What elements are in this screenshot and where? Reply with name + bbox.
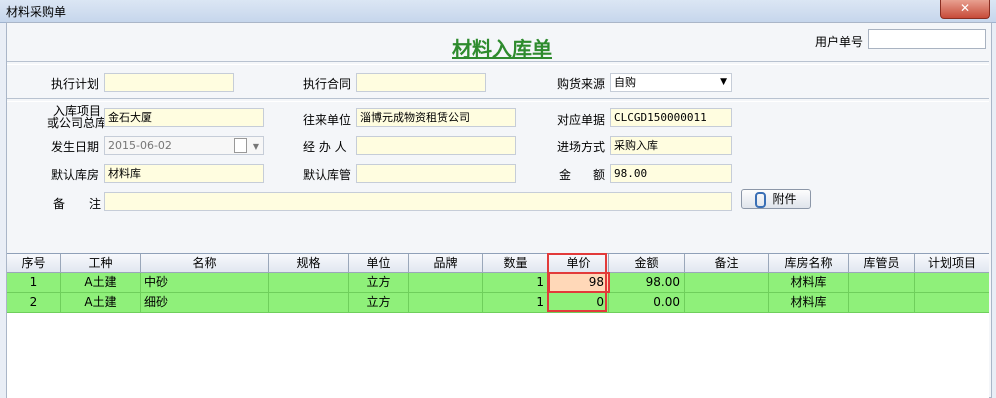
date-label: 发生日期 [51, 140, 100, 154]
col-header-remark[interactable]: 备注 [685, 254, 769, 272]
chevron-down-icon[interactable]: ▼ [253, 138, 259, 154]
cell-unit[interactable]: 立方 [349, 273, 409, 292]
date-value: 2015-06-02 [108, 139, 172, 152]
handler-input[interactable] [356, 136, 516, 155]
purchase-source-select[interactable]: 自购 ▼ [610, 73, 732, 92]
cell-plan[interactable] [915, 293, 989, 312]
cell-keeper[interactable] [849, 273, 915, 292]
close-button[interactable]: ✕ [940, 0, 990, 19]
window-title: 材料采购单 [6, 5, 67, 19]
col-header-plan[interactable]: 计划项目 [915, 254, 989, 272]
cell-price[interactable]: 0 [549, 293, 609, 312]
calendar-icon[interactable] [234, 138, 247, 153]
cell-keeper[interactable] [849, 293, 915, 312]
col-header-keeper[interactable]: 库管员 [849, 254, 915, 272]
exec-plan-label: 执行计划 [51, 77, 100, 91]
cell-index[interactable]: 1 [7, 273, 61, 292]
purchase-source-value: 自购 [614, 76, 636, 89]
exec-contract-input[interactable] [356, 73, 486, 92]
divider [7, 61, 989, 65]
col-header-price[interactable]: 单价 [549, 254, 609, 272]
handler-label: 经 办 人 [303, 140, 347, 154]
cell-brand[interactable] [409, 293, 483, 312]
counterparty-label: 往来单位 [303, 113, 352, 127]
amount-input[interactable]: 98.00 [610, 164, 732, 183]
cell-qty[interactable]: 1 [483, 293, 549, 312]
title-bar: 材料采购单 ✕ [0, 0, 996, 23]
cell-trade[interactable]: A土建 [61, 273, 141, 292]
form-title: 材料入库单 [452, 37, 552, 61]
ref-doc-label: 对应单据 [557, 113, 606, 127]
keeper-label: 默认库管 [303, 168, 352, 182]
attach-button[interactable]: 附件 [741, 189, 811, 209]
keeper-input[interactable] [356, 164, 516, 183]
form-panel: 材料入库单 用户单号 执行计划 执行合同 购货来源 自购 ▼ 入库项目 或公司总… [6, 22, 992, 398]
cell-brand[interactable] [409, 273, 483, 292]
divider [7, 98, 989, 102]
cell-plan[interactable] [915, 273, 989, 292]
col-header-unit[interactable]: 单位 [349, 254, 409, 272]
project-label: 入库项目 或公司总库 [47, 105, 107, 129]
purchase-source-label: 购货来源 [557, 77, 606, 91]
user-no-input[interactable] [868, 29, 986, 49]
col-header-spec[interactable]: 规格 [269, 254, 349, 272]
cell-name[interactable]: 细砂 [141, 293, 269, 312]
cell-remark[interactable] [685, 293, 769, 312]
entry-mode-label: 进场方式 [557, 140, 606, 154]
cell-qty[interactable]: 1 [483, 273, 549, 292]
remark-label-a: 备 [53, 197, 66, 211]
cell-index[interactable]: 2 [7, 293, 61, 312]
cell-remark[interactable] [685, 273, 769, 292]
exec-plan-input[interactable] [104, 73, 234, 92]
cell-amount[interactable]: 0.00 [609, 293, 685, 312]
cell-trade[interactable]: A土建 [61, 293, 141, 312]
amount-label-b: 额 [593, 168, 606, 182]
amount-label-a: 金 [559, 168, 572, 182]
cell-amount[interactable]: 98.00 [609, 273, 685, 292]
project-label-line2: 或公司总库 [47, 116, 108, 130]
col-header-trade[interactable]: 工种 [61, 254, 141, 272]
col-header-qty[interactable]: 数量 [483, 254, 549, 272]
items-grid: 序号 工种 名称 规格 单位 品牌 数量 单价 金额 备注 库房名称 库管员 计… [7, 253, 989, 398]
remark-input[interactable] [104, 192, 732, 211]
cell-name[interactable]: 中砂 [141, 273, 269, 292]
col-header-index[interactable]: 序号 [7, 254, 61, 272]
date-picker[interactable]: 2015-06-02 ▼ [104, 136, 264, 155]
col-header-name[interactable]: 名称 [141, 254, 269, 272]
grid-header: 序号 工种 名称 规格 单位 品牌 数量 单价 金额 备注 库房名称 库管员 计… [7, 254, 989, 273]
table-row[interactable]: 1 A土建 中砂 立方 1 98 98.00 材料库 [7, 272, 989, 293]
project-input[interactable]: 金石大厦 [104, 108, 264, 127]
warehouse-input[interactable]: 材料库 [104, 164, 264, 183]
col-header-warehouse[interactable]: 库房名称 [769, 254, 849, 272]
paperclip-icon [755, 191, 767, 208]
user-no-label: 用户单号 [815, 35, 864, 49]
entry-mode-input[interactable]: 采购入库 [610, 136, 732, 155]
col-header-amount[interactable]: 金额 [609, 254, 685, 272]
ref-doc-input[interactable]: CLCGD150000011 [610, 108, 732, 127]
cell-price-selected[interactable]: 98 [548, 272, 610, 293]
cell-spec[interactable] [269, 293, 349, 312]
cell-warehouse[interactable]: 材料库 [769, 273, 849, 292]
table-row[interactable]: 2 A土建 细砂 立方 1 0 0.00 材料库 [7, 293, 989, 313]
cell-warehouse[interactable]: 材料库 [769, 293, 849, 312]
cell-spec[interactable] [269, 273, 349, 292]
counterparty-input[interactable]: 淄博元成物资租赁公司 [356, 108, 516, 127]
attach-button-label: 附件 [772, 192, 797, 206]
warehouse-label: 默认库房 [51, 168, 100, 182]
remark-label-b: 注 [89, 197, 102, 211]
col-header-brand[interactable]: 品牌 [409, 254, 483, 272]
chevron-down-icon[interactable]: ▼ [720, 74, 727, 91]
cell-unit[interactable]: 立方 [349, 293, 409, 312]
exec-contract-label: 执行合同 [303, 77, 352, 91]
